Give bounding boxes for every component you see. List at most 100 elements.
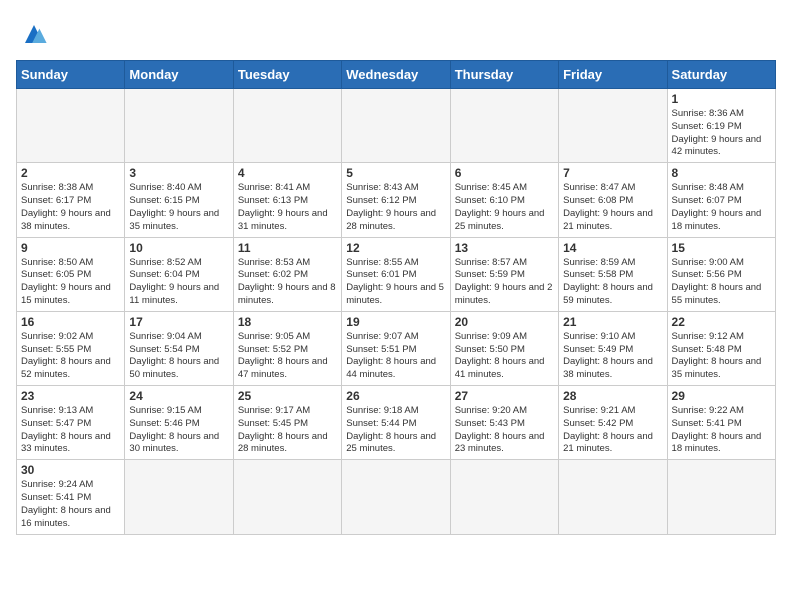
day-number: 6 bbox=[455, 166, 554, 180]
day-info: Sunrise: 9:21 AM Sunset: 5:42 PM Dayligh… bbox=[563, 405, 662, 456]
day-number: 1 bbox=[672, 92, 771, 106]
calendar-day-cell bbox=[450, 89, 558, 163]
calendar-day-cell: 21Sunrise: 9:10 AM Sunset: 5:49 PM Dayli… bbox=[559, 311, 667, 385]
day-info: Sunrise: 8:50 AM Sunset: 6:05 PM Dayligh… bbox=[21, 257, 120, 308]
day-number: 25 bbox=[238, 389, 337, 403]
day-number: 7 bbox=[563, 166, 662, 180]
weekday-header-sunday: Sunday bbox=[17, 61, 125, 89]
calendar-day-cell: 1Sunrise: 8:36 AM Sunset: 6:19 PM Daylig… bbox=[667, 89, 775, 163]
day-number: 22 bbox=[672, 315, 771, 329]
calendar-day-cell: 4 Sunrise: 8:41 AM Sunset: 6:13 PM Daylig… bbox=[233, 163, 341, 237]
calendar-day-cell bbox=[667, 460, 775, 534]
day-info: Sunrise: 9:13 AM Sunset: 5:47 PM Dayligh… bbox=[21, 405, 120, 456]
day-info: Sunrise: 8:48 AM Sunset: 6:07 PM Dayligh… bbox=[672, 182, 771, 233]
calendar-day-cell: 19 Sunrise: 9:07 AM Sunset: 5:51 PM Dayli… bbox=[342, 311, 450, 385]
weekday-header-tuesday: Tuesday bbox=[233, 61, 341, 89]
calendar-day-cell: 18Sunrise: 9:05 AM Sunset: 5:52 PM Dayli… bbox=[233, 311, 341, 385]
day-number: 24 bbox=[129, 389, 228, 403]
calendar-day-cell: 8 Sunrise: 8:48 AM Sunset: 6:07 PM Daylig… bbox=[667, 163, 775, 237]
day-info: Sunrise: 8:59 AM Sunset: 5:58 PM Dayligh… bbox=[563, 257, 662, 308]
calendar-table: SundayMondayTuesdayWednesdayThursdayFrid… bbox=[16, 60, 776, 535]
day-number: 3 bbox=[129, 166, 228, 180]
day-number: 5 bbox=[346, 166, 445, 180]
calendar-week-1: 1Sunrise: 8:36 AM Sunset: 6:19 PM Daylig… bbox=[17, 89, 776, 163]
day-number: 10 bbox=[129, 241, 228, 255]
page-header bbox=[16, 16, 776, 52]
day-number: 2 bbox=[21, 166, 120, 180]
calendar-day-cell bbox=[233, 460, 341, 534]
day-number: 11 bbox=[238, 241, 337, 255]
day-number: 21 bbox=[563, 315, 662, 329]
day-number: 20 bbox=[455, 315, 554, 329]
day-info: Sunrise: 8:53 AM Sunset: 6:02 PM Dayligh… bbox=[238, 257, 337, 308]
calendar-day-cell bbox=[233, 89, 341, 163]
calendar-day-cell bbox=[342, 460, 450, 534]
calendar-day-cell: 27Sunrise: 9:20 AM Sunset: 5:43 PM Dayli… bbox=[450, 386, 558, 460]
weekday-header-thursday: Thursday bbox=[450, 61, 558, 89]
calendar-day-cell: 20Sunrise: 9:09 AM Sunset: 5:50 PM Dayli… bbox=[450, 311, 558, 385]
calendar-day-cell: 3 Sunrise: 8:40 AM Sunset: 6:15 PM Daylig… bbox=[125, 163, 233, 237]
calendar-day-cell: 13Sunrise: 8:57 AM Sunset: 5:59 PM Dayli… bbox=[450, 237, 558, 311]
calendar-day-cell: 24 Sunrise: 9:15 AM Sunset: 5:46 PM Dayli… bbox=[125, 386, 233, 460]
day-number: 8 bbox=[672, 166, 771, 180]
day-info: Sunrise: 9:07 AM Sunset: 5:51 PM Dayligh… bbox=[346, 331, 445, 382]
calendar-day-cell bbox=[125, 89, 233, 163]
calendar-day-cell: 26 Sunrise: 9:18 AM Sunset: 5:44 PM Dayli… bbox=[342, 386, 450, 460]
calendar-day-cell: 7Sunrise: 8:47 AM Sunset: 6:08 PM Daylig… bbox=[559, 163, 667, 237]
day-info: Sunrise: 8:41 AM Sunset: 6:13 PM Dayligh… bbox=[238, 182, 337, 233]
calendar-day-cell: 22 Sunrise: 9:12 AM Sunset: 5:48 PM Dayli… bbox=[667, 311, 775, 385]
calendar-day-cell: 12Sunrise: 8:55 AM Sunset: 6:01 PM Dayli… bbox=[342, 237, 450, 311]
weekday-header-row: SundayMondayTuesdayWednesdayThursdayFrid… bbox=[17, 61, 776, 89]
calendar-day-cell bbox=[342, 89, 450, 163]
calendar-week-2: 2 Sunrise: 8:38 AM Sunset: 6:17 PM Daylig… bbox=[17, 163, 776, 237]
day-info: Sunrise: 9:17 AM Sunset: 5:45 PM Dayligh… bbox=[238, 405, 337, 456]
day-info: Sunrise: 9:15 AM Sunset: 5:46 PM Dayligh… bbox=[129, 405, 228, 456]
day-number: 28 bbox=[563, 389, 662, 403]
calendar-day-cell: 23 Sunrise: 9:13 AM Sunset: 5:47 PM Dayli… bbox=[17, 386, 125, 460]
day-info: Sunrise: 8:52 AM Sunset: 6:04 PM Dayligh… bbox=[129, 257, 228, 308]
calendar-day-cell: 16Sunrise: 9:02 AM Sunset: 5:55 PM Dayli… bbox=[17, 311, 125, 385]
day-info: Sunrise: 9:05 AM Sunset: 5:52 PM Dayligh… bbox=[238, 331, 337, 382]
day-info: Sunrise: 8:38 AM Sunset: 6:17 PM Dayligh… bbox=[21, 182, 120, 233]
day-number: 4 bbox=[238, 166, 337, 180]
day-info: Sunrise: 8:55 AM Sunset: 6:01 PM Dayligh… bbox=[346, 257, 445, 308]
calendar-day-cell bbox=[559, 460, 667, 534]
day-number: 9 bbox=[21, 241, 120, 255]
weekday-header-friday: Friday bbox=[559, 61, 667, 89]
calendar-day-cell: 30 Sunrise: 9:24 AM Sunset: 5:41 PM Dayli… bbox=[17, 460, 125, 534]
day-info: Sunrise: 9:22 AM Sunset: 5:41 PM Dayligh… bbox=[672, 405, 771, 456]
day-number: 17 bbox=[129, 315, 228, 329]
calendar-day-cell: 11 Sunrise: 8:53 AM Sunset: 6:02 PM Dayli… bbox=[233, 237, 341, 311]
day-number: 29 bbox=[672, 389, 771, 403]
calendar-day-cell: 29 Sunrise: 9:22 AM Sunset: 5:41 PM Dayli… bbox=[667, 386, 775, 460]
calendar-day-cell bbox=[559, 89, 667, 163]
calendar-day-cell: 9 Sunrise: 8:50 AM Sunset: 6:05 PM Daylig… bbox=[17, 237, 125, 311]
generalblue-logo-icon bbox=[16, 16, 52, 52]
day-number: 26 bbox=[346, 389, 445, 403]
calendar-day-cell bbox=[450, 460, 558, 534]
weekday-header-monday: Monday bbox=[125, 61, 233, 89]
day-number: 14 bbox=[563, 241, 662, 255]
day-number: 13 bbox=[455, 241, 554, 255]
calendar-day-cell bbox=[125, 460, 233, 534]
day-info: Sunrise: 8:40 AM Sunset: 6:15 PM Dayligh… bbox=[129, 182, 228, 233]
day-number: 16 bbox=[21, 315, 120, 329]
calendar-day-cell: 5Sunrise: 8:43 AM Sunset: 6:12 PM Daylig… bbox=[342, 163, 450, 237]
day-info: Sunrise: 9:24 AM Sunset: 5:41 PM Dayligh… bbox=[21, 479, 120, 530]
day-info: Sunrise: 9:00 AM Sunset: 5:56 PM Dayligh… bbox=[672, 257, 771, 308]
day-info: Sunrise: 9:20 AM Sunset: 5:43 PM Dayligh… bbox=[455, 405, 554, 456]
day-info: Sunrise: 9:12 AM Sunset: 5:48 PM Dayligh… bbox=[672, 331, 771, 382]
logo bbox=[16, 16, 56, 52]
calendar-day-cell: 14 Sunrise: 8:59 AM Sunset: 5:58 PM Dayli… bbox=[559, 237, 667, 311]
calendar-day-cell: 15 Sunrise: 9:00 AM Sunset: 5:56 PM Dayli… bbox=[667, 237, 775, 311]
calendar-week-4: 16Sunrise: 9:02 AM Sunset: 5:55 PM Dayli… bbox=[17, 311, 776, 385]
day-number: 23 bbox=[21, 389, 120, 403]
day-info: Sunrise: 9:18 AM Sunset: 5:44 PM Dayligh… bbox=[346, 405, 445, 456]
calendar-week-3: 9 Sunrise: 8:50 AM Sunset: 6:05 PM Daylig… bbox=[17, 237, 776, 311]
calendar-day-cell: 17Sunrise: 9:04 AM Sunset: 5:54 PM Dayli… bbox=[125, 311, 233, 385]
day-number: 30 bbox=[21, 463, 120, 477]
calendar-week-5: 23 Sunrise: 9:13 AM Sunset: 5:47 PM Dayli… bbox=[17, 386, 776, 460]
day-number: 19 bbox=[346, 315, 445, 329]
weekday-header-saturday: Saturday bbox=[667, 61, 775, 89]
day-number: 15 bbox=[672, 241, 771, 255]
